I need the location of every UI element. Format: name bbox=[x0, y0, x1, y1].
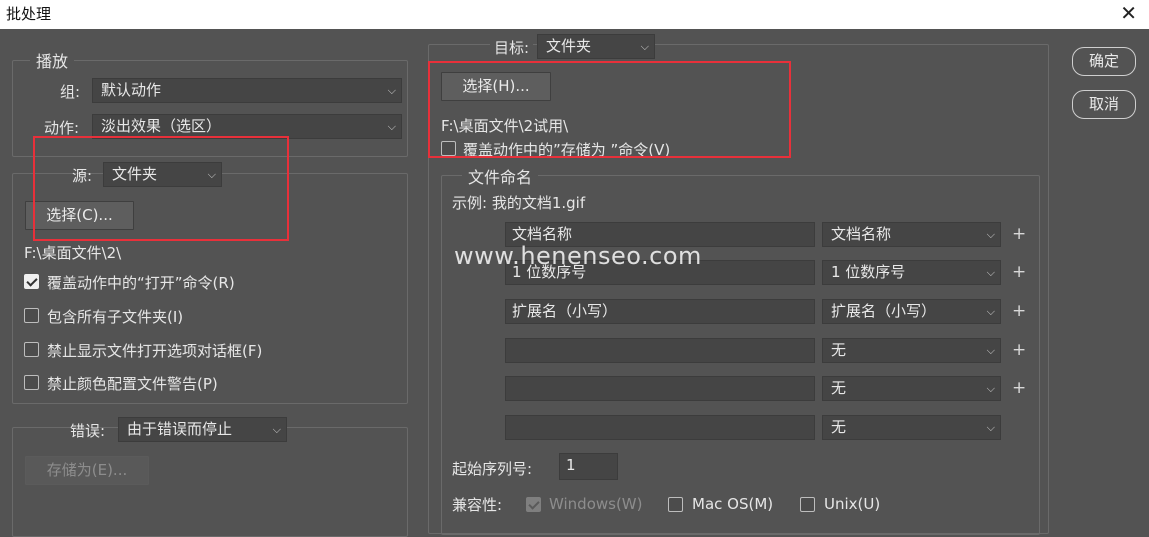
compat-label: 兼容性: bbox=[452, 496, 503, 514]
destination-select[interactable]: 文件夹 ⌵ bbox=[537, 34, 655, 59]
chevron-down-icon: ⌵ bbox=[986, 228, 995, 241]
errors-label: 错误: bbox=[70, 422, 106, 440]
compat-unix-label: Unix(U) bbox=[824, 495, 881, 513]
title-bar: 批处理 ✕ bbox=[0, 0, 1149, 29]
suppress-open-dialogs-label: 禁止显示文件打开选项对话框(F) bbox=[47, 342, 263, 360]
naming-field-5[interactable] bbox=[505, 376, 815, 401]
chevron-down-icon: ⌵ bbox=[387, 120, 396, 133]
watermark-text: www.henenseo.com bbox=[454, 242, 702, 270]
source-path: F:\桌面文件\2\ bbox=[24, 244, 122, 262]
start-serial-input[interactable]: 1 bbox=[559, 453, 618, 480]
ok-button[interactable]: 确定 bbox=[1072, 47, 1136, 76]
naming-select-4[interactable]: 无 ⌵ bbox=[822, 338, 1001, 363]
include-subfolders-checkbox[interactable] bbox=[24, 308, 39, 323]
compat-windows-label: Windows(W) bbox=[549, 495, 643, 513]
chevron-down-icon: ⌵ bbox=[986, 266, 995, 279]
naming-field-4[interactable] bbox=[505, 338, 815, 363]
highlight-source-box bbox=[33, 136, 289, 241]
cancel-button[interactable]: 取消 bbox=[1072, 90, 1136, 119]
action-label: 动作: bbox=[44, 119, 80, 137]
plus-icon[interactable]: + bbox=[1012, 378, 1026, 398]
compat-unix-checkbox[interactable] bbox=[800, 497, 815, 512]
plus-icon[interactable]: + bbox=[1012, 262, 1026, 282]
group-select[interactable]: 默认动作 ⌵ bbox=[92, 78, 402, 103]
chevron-down-icon: ⌵ bbox=[640, 40, 649, 53]
start-serial-label: 起始序列号: bbox=[452, 460, 533, 478]
chevron-down-icon: ⌵ bbox=[986, 382, 995, 395]
window-title: 批处理 bbox=[6, 5, 52, 23]
suppress-color-warnings-checkbox[interactable] bbox=[24, 375, 39, 390]
naming-select-2[interactable]: 1 位数序号 ⌵ bbox=[822, 260, 1001, 285]
suppress-open-dialogs-checkbox[interactable] bbox=[24, 342, 39, 357]
compat-windows-checkbox[interactable] bbox=[526, 497, 541, 512]
compat-macos-label: Mac OS(M) bbox=[692, 495, 774, 513]
group-label: 组: bbox=[60, 83, 81, 101]
plus-icon[interactable]: + bbox=[1012, 301, 1026, 321]
chevron-down-icon: ⌵ bbox=[272, 423, 281, 436]
destination-label: 目标: bbox=[490, 37, 534, 58]
chevron-down-icon: ⌵ bbox=[986, 344, 995, 357]
plus-icon[interactable]: + bbox=[1012, 224, 1026, 244]
naming-select-5[interactable]: 无 ⌵ bbox=[822, 376, 1001, 401]
naming-field-6[interactable] bbox=[505, 415, 815, 440]
close-icon[interactable]: ✕ bbox=[1120, 2, 1137, 24]
errors-select[interactable]: 由于错误而停止 ⌵ bbox=[118, 417, 287, 442]
file-naming-legend: 文件命名 bbox=[462, 164, 539, 188]
compat-macos-checkbox[interactable] bbox=[668, 497, 683, 512]
highlight-destination-box bbox=[428, 61, 791, 158]
save-as-button[interactable]: 存储为(E)... bbox=[25, 456, 149, 485]
naming-select-1[interactable]: 文档名称 ⌵ bbox=[822, 222, 1001, 247]
include-subfolders-label: 包含所有子文件夹(I) bbox=[47, 308, 184, 326]
override-open-label: 覆盖动作中的“打开”命令(R) bbox=[47, 274, 235, 292]
chevron-down-icon: ⌵ bbox=[986, 305, 995, 318]
naming-select-3[interactable]: 扩展名（小写） ⌵ bbox=[822, 299, 1001, 324]
naming-select-6[interactable]: 无 ⌵ bbox=[822, 415, 1001, 440]
plus-icon[interactable]: + bbox=[1012, 340, 1026, 360]
override-open-checkbox[interactable] bbox=[24, 274, 39, 289]
suppress-color-warnings-label: 禁止颜色配置文件警告(P) bbox=[47, 375, 218, 393]
play-legend: 播放 bbox=[30, 48, 75, 72]
naming-field-3[interactable]: 扩展名（小写） bbox=[505, 299, 815, 324]
chevron-down-icon: ⌵ bbox=[387, 84, 396, 97]
naming-example: 示例: 我的文档1.gif bbox=[452, 194, 586, 212]
chevron-down-icon: ⌵ bbox=[986, 421, 995, 434]
